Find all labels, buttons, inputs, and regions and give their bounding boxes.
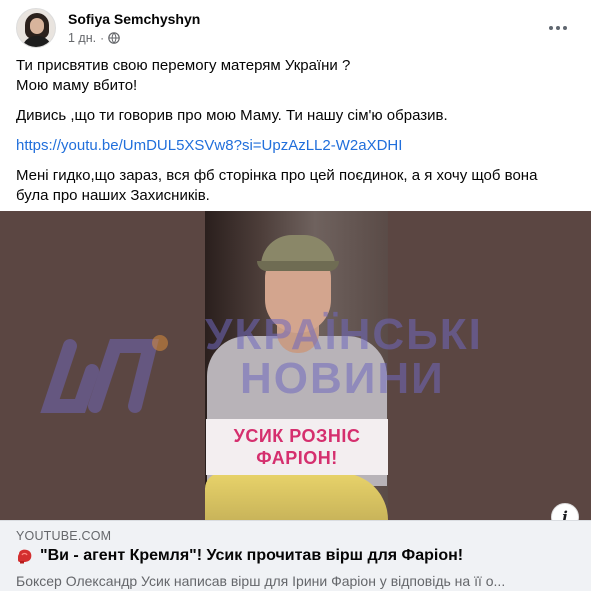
boxing-glove-icon <box>18 549 32 564</box>
author-name[interactable]: Sofiya Semchyshyn <box>68 11 200 27</box>
facebook-post: Sofiya Semchyshyn 1 дн. · Ти присвятив с… <box>0 0 591 591</box>
post-text-line: Ти присвятив свою перемогу матерям Украї… <box>16 57 351 74</box>
thumbnail-caption: УСИК РОЗНІС ФАРІОН! <box>206 419 388 475</box>
meta-separator: · <box>100 31 105 45</box>
preview-background-right <box>388 211 591 520</box>
link-domain: YOUTUBE.COM <box>16 529 112 543</box>
caption-line-2: ФАРІОН! <box>256 448 338 468</box>
post-text-line: Мою маму вбито! <box>16 77 138 94</box>
link-title-row[interactable]: "Ви - агент Кремля"! Усик прочитав вірш … <box>16 547 576 565</box>
caption-line-1: УСИК РОЗНІС <box>233 426 361 446</box>
link-description: Боксер Олександр Усик написав вірш для І… <box>16 573 506 589</box>
author-avatar[interactable] <box>16 8 56 48</box>
post-text-line: Дивись ,що ти говорив про мою Маму. Ти н… <box>16 107 448 124</box>
post-header: Sofiya Semchyshyn 1 дн. · <box>16 8 576 52</box>
youtube-link[interactable]: https://youtu.be/UmDUL5XSVw8?si=UpzAzLL2… <box>16 137 402 154</box>
globe-icon[interactable] <box>108 32 120 44</box>
post-time[interactable]: 1 дн. <box>68 31 96 45</box>
more-options-icon[interactable] <box>546 18 570 38</box>
yellow-object <box>205 473 388 520</box>
post-meta: 1 дн. · <box>68 31 120 45</box>
post-text-line: була про наших Захисників. <box>16 187 210 204</box>
preview-background-left <box>0 211 205 520</box>
video-thumbnail: УСИК РОЗНІС ФАРІОН! <box>205 211 388 520</box>
post-text-line: Мені гидко,що зараз, вся фб сторінка про… <box>16 167 538 184</box>
video-preview[interactable]: УСИК РОЗНІС ФАРІОН! УКРАЇНСЬКІ НОВИНИ i <box>0 211 591 520</box>
post-text: Ти присвятив свою перемогу матерям Украї… <box>16 56 576 206</box>
link-card[interactable]: YOUTUBE.COM "Ви - агент Кремля"! Усик пр… <box>0 520 591 591</box>
link-title[interactable]: "Ви - агент Кремля"! Усик прочитав вірш … <box>40 547 463 565</box>
